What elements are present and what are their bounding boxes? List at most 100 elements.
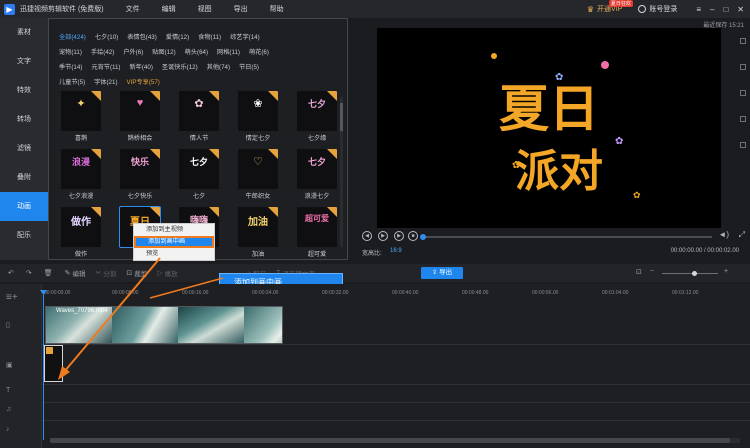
category-item[interactable]: 爱情(12)	[166, 32, 189, 41]
category-item[interactable]: 七夕(10)	[95, 32, 118, 41]
category-item[interactable]: 网格(11)	[217, 47, 240, 56]
sticker-tile[interactable]: 浪漫 七夕浪漫	[61, 149, 101, 200]
menu-view[interactable]: 视图	[198, 4, 212, 14]
menu-file[interactable]: 文件	[126, 4, 140, 14]
sticker-tile[interactable]: ✦ 喜鹊	[61, 91, 101, 142]
category-item[interactable]: 新年(40)	[130, 62, 153, 71]
music-track[interactable]	[42, 402, 750, 420]
menu-edit[interactable]: 编辑	[162, 4, 176, 14]
play-icon[interactable]: ▶	[378, 231, 388, 241]
sidebar-item-effects[interactable]: 特效	[0, 76, 48, 105]
sticker-tile[interactable]: 七夕 浪漫七夕	[297, 149, 337, 200]
ctx-add-to-pip[interactable]: 添加到画中画	[134, 236, 214, 248]
sticker-tile[interactable]: 七夕 七夕	[179, 149, 219, 200]
timeline-scrollbar[interactable]	[50, 438, 740, 443]
tool-icon[interactable]	[740, 64, 746, 70]
voice-track[interactable]	[42, 420, 750, 438]
category-item[interactable]: 字体(21)	[94, 77, 117, 86]
tool-icon[interactable]	[740, 90, 746, 96]
pip-sticker-clip[interactable]	[44, 345, 63, 382]
category-item[interactable]: 贴图(12)	[152, 47, 175, 56]
tool-icon[interactable]	[740, 142, 746, 148]
video-clip[interactable]: Waves_70796.mp4	[45, 306, 283, 344]
playback-progress[interactable]	[420, 234, 712, 240]
volume-icon[interactable]: ◄)	[718, 230, 729, 239]
progress-knob[interactable]	[420, 234, 426, 240]
zoom-in-icon[interactable]: +	[724, 268, 728, 275]
edit-button[interactable]: ✎ 编辑	[65, 268, 86, 278]
sticker-tile[interactable]: 快乐 七夕快乐	[120, 149, 160, 200]
category-item[interactable]: 食物(11)	[198, 32, 221, 41]
sidebar-item-transitions[interactable]: 转场	[0, 105, 48, 134]
sticker-tile[interactable]: ✿ 情人节	[179, 91, 219, 142]
video-preview[interactable]: 夏日 派对 ✿ ✿ ✿ ✿	[377, 28, 721, 228]
category-vip[interactable]: VIP专享(57)	[127, 77, 160, 86]
next-frame-icon[interactable]: ▶	[394, 231, 404, 241]
category-item[interactable]: 户外(6)	[123, 47, 143, 56]
play-button[interactable]: ▷ 播放	[157, 268, 177, 278]
sticker-tile[interactable]: 做作 做作	[61, 207, 101, 258]
scissors-icon: ✂	[95, 270, 102, 277]
menu-help[interactable]: 帮助	[270, 4, 284, 14]
category-all[interactable]: 全部(424)	[59, 32, 86, 41]
menu-export[interactable]: 导出	[234, 4, 248, 14]
tool-icon[interactable]	[740, 38, 746, 44]
close-icon[interactable]: ✕	[737, 5, 744, 14]
category-item[interactable]: 季节(14)	[59, 62, 82, 71]
prev-frame-icon[interactable]: ◀	[362, 231, 372, 241]
sticker-tile[interactable]: 七夕 七夕缘	[297, 91, 337, 142]
timeline-scroll-thumb[interactable]	[50, 438, 730, 443]
ctx-add-to-main[interactable]: 添加到主视频	[134, 224, 214, 236]
sticker-tile[interactable]: 加油 加油	[238, 207, 278, 258]
minimize-icon[interactable]: –	[710, 5, 714, 14]
library-scrollbar[interactable]	[340, 97, 343, 247]
category-item[interactable]: 宠物(11)	[59, 47, 82, 56]
fullscreen-icon[interactable]: ⤢	[739, 230, 745, 240]
sticker-line1: 夏日	[499, 81, 599, 137]
category-item[interactable]: 儿童节(5)	[59, 77, 85, 86]
category-item[interactable]: 综艺字(14)	[230, 32, 260, 41]
add-track-icon[interactable]: ≡+	[6, 292, 18, 303]
category-item[interactable]: 节日(5)	[239, 62, 259, 71]
maximize-icon[interactable]: □	[723, 5, 728, 14]
time-ruler[interactable]: 00:00:00.00 00:00:08.00 00:00:16.00 00:0…	[42, 290, 742, 304]
zoom-slider[interactable]	[662, 271, 718, 276]
menu-icon[interactable]: ≡	[696, 5, 701, 14]
sidebar-item-filters[interactable]: 滤镜	[0, 134, 48, 163]
category-item[interactable]: 手绘(42)	[91, 47, 114, 56]
category-item[interactable]: 圣诞快乐(12)	[162, 62, 198, 71]
vip-button[interactable]: ♛ 开通VIP 夏日狂欢	[587, 0, 633, 14]
delete-icon[interactable]: 🗑	[44, 269, 55, 277]
fit-icon[interactable]: ⊡	[636, 268, 642, 276]
sidebar-item-media[interactable]: 素材	[0, 18, 48, 47]
sticker-tile[interactable]: ❀ 情定七夕	[238, 91, 278, 142]
text-track[interactable]	[42, 384, 750, 402]
split-button[interactable]: ✂ 分割	[96, 268, 117, 278]
sidebar-item-overlay[interactable]: 叠附	[0, 163, 48, 192]
playhead[interactable]	[43, 290, 44, 440]
category-item[interactable]: 萌花(6)	[249, 47, 269, 56]
zoom-out-icon[interactable]: −	[650, 268, 654, 275]
crop-button[interactable]: ⊡ 裁剪	[126, 268, 147, 278]
redo-icon[interactable]: ↷	[26, 269, 34, 277]
stop-icon[interactable]: ■	[408, 231, 418, 241]
ctx-preview[interactable]: 预览	[134, 248, 214, 260]
sticker-tile[interactable]: ♡ 牛郎织女	[238, 149, 278, 200]
sticker-tile[interactable]: ♥ 鹊桥相会	[120, 91, 160, 142]
zoom-knob[interactable]	[692, 271, 697, 276]
login-button[interactable]: 账号登录	[638, 4, 677, 14]
category-item[interactable]: 元宵节(11)	[91, 62, 120, 71]
category-item[interactable]: 表情包(43)	[127, 32, 157, 41]
undo-icon[interactable]: ↶	[8, 269, 16, 277]
library-scroll-thumb[interactable]	[340, 103, 343, 131]
pip-track[interactable]	[42, 344, 750, 384]
sidebar-item-text[interactable]: 文字	[0, 47, 48, 76]
sidebar-item-music[interactable]: 配乐	[0, 221, 48, 250]
export-button[interactable]: ⇪ 导出	[421, 267, 463, 279]
tool-icon[interactable]	[740, 116, 746, 122]
sidebar-item-animation[interactable]: 动画	[0, 192, 48, 221]
sticker-tile[interactable]: 超可爱 超可爱	[297, 207, 337, 258]
category-item[interactable]: 萌头(64)	[185, 47, 208, 56]
aspect-ratio-select[interactable]: 16:9	[390, 248, 402, 254]
category-item[interactable]: 其他(74)	[207, 62, 230, 71]
